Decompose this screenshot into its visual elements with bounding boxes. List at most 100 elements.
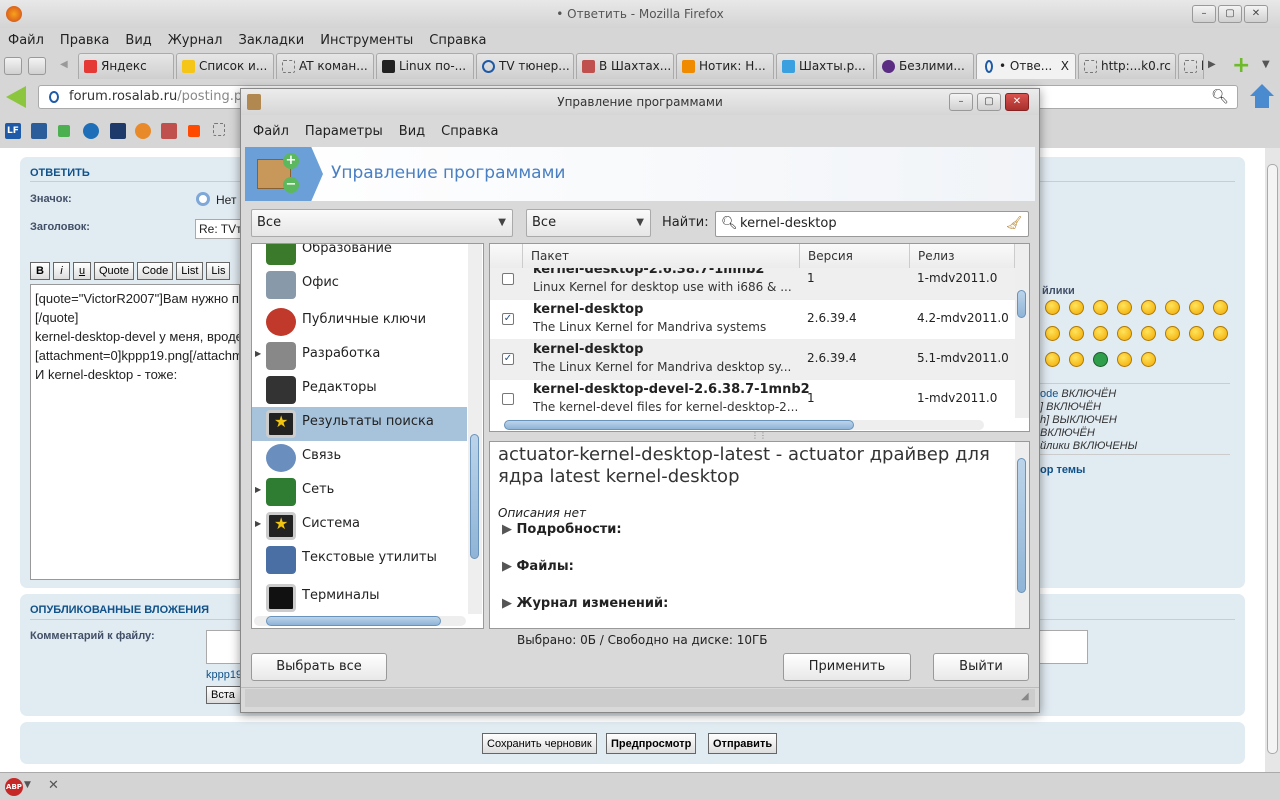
topic-review-link[interactable]: ор темы xyxy=(1040,464,1085,476)
question-smiley-icon[interactable] xyxy=(1213,326,1228,341)
maximize-button[interactable]: ▢ xyxy=(1218,5,1242,23)
package-checkbox[interactable]: ✓ xyxy=(502,313,514,325)
green-smiley-icon[interactable] xyxy=(1093,352,1108,367)
page-scrollbar[interactable] xyxy=(1265,148,1280,772)
menu-tools[interactable]: Инструменты xyxy=(320,30,413,52)
smiley-icon[interactable] xyxy=(1069,352,1084,367)
bookmark-icon[interactable] xyxy=(83,123,99,139)
dialog-minimize-button[interactable]: – xyxy=(949,93,973,111)
category-office[interactable]: Офис xyxy=(252,268,467,302)
scroll-left-icon[interactable]: ◀ xyxy=(60,59,68,70)
tab-unlimited[interactable]: Безлими... xyxy=(876,53,974,79)
geek-smiley-icon[interactable] xyxy=(1141,352,1156,367)
minimize-button[interactable]: – xyxy=(1192,5,1216,23)
list-ordered-button[interactable]: Lis xyxy=(206,262,231,280)
smiley-icon[interactable] xyxy=(1093,300,1108,315)
smiley-icon[interactable] xyxy=(1069,326,1084,341)
underline-button[interactable]: u xyxy=(73,262,91,280)
bookmark-icon[interactable] xyxy=(161,123,177,139)
tab-linux[interactable]: Linux по-... xyxy=(376,53,474,79)
page-scroll-thumb[interactable] xyxy=(1267,164,1278,754)
table-row[interactable]: ✓ kernel-desktop The Linux Kernel for Mand… xyxy=(490,300,1015,340)
dialog-menu-file[interactable]: Файл xyxy=(253,119,289,145)
dialog-close-button[interactable]: ✕ xyxy=(1005,93,1029,111)
tab-tv-tuner[interactable]: TV тюнер... xyxy=(476,53,574,79)
dialog-menu-options[interactable]: Параметры xyxy=(305,119,383,145)
close-button[interactable]: ✕ xyxy=(1244,5,1268,23)
table-row[interactable]: kernel-desktop-devel-2.6.38.7-1mnb2 The k… xyxy=(490,380,1015,418)
smiley-icon[interactable] xyxy=(1045,300,1060,315)
smiley-icon[interactable] xyxy=(1165,300,1180,315)
table-hscroll-thumb[interactable] xyxy=(504,420,854,430)
tab-list[interactable]: Список и... xyxy=(176,53,274,79)
apply-button[interactable]: Применить xyxy=(783,653,911,681)
close-statusbar-icon[interactable]: ✕ xyxy=(48,778,59,793)
tree-vscroll-thumb[interactable] xyxy=(470,434,479,559)
bookmark-icon[interactable] xyxy=(188,125,200,137)
splitter-handle[interactable]: ⋮⋮ xyxy=(751,431,767,440)
smiley-icon[interactable] xyxy=(1165,326,1180,341)
bookmark-icon[interactable] xyxy=(213,123,225,136)
back-icon[interactable] xyxy=(6,86,26,108)
submit-button[interactable]: Отправить xyxy=(708,733,778,754)
menu-history[interactable]: Журнал xyxy=(168,30,223,52)
smiley-icon[interactable] xyxy=(1213,300,1228,315)
bookmark-icon[interactable] xyxy=(135,123,151,139)
table-row[interactable]: kernel-desktop-2.6.38.7-1mnb2 Linux Kerne… xyxy=(490,268,1015,300)
files-section-toggle[interactable]: ▶ Файлы: xyxy=(502,559,574,574)
bold-button[interactable]: B xyxy=(30,262,50,280)
menu-help[interactable]: Справка xyxy=(429,30,486,52)
message-textarea[interactable]: [quote="VictorR2007"]Вам нужно п [/quote]… xyxy=(30,284,240,580)
category-development[interactable]: ▶ Разработка xyxy=(252,339,467,373)
bookmark-icon[interactable] xyxy=(110,123,126,139)
smiley-icon[interactable] xyxy=(1093,326,1108,341)
smiley-icon[interactable] xyxy=(1069,300,1084,315)
tab-notik[interactable]: Нотик: Н... xyxy=(676,53,774,79)
save-draft-button[interactable]: Сохранить черновик xyxy=(482,733,597,754)
menu-file[interactable]: Файл xyxy=(8,30,44,52)
smiley-icon[interactable] xyxy=(1189,300,1204,315)
tab-yandex[interactable]: Яндекс xyxy=(78,53,174,79)
tab-http[interactable]: http:...k0.rc xyxy=(1078,53,1176,79)
tab-close-icon[interactable]: X xyxy=(1061,54,1069,78)
tab-shakhty-ru[interactable]: Шахты.р... xyxy=(776,53,874,79)
preview-button[interactable]: Предпросмотр xyxy=(606,733,697,754)
menu-view[interactable]: Вид xyxy=(125,30,151,52)
icon-radio[interactable] xyxy=(196,192,210,206)
clear-search-icon[interactable]: 🧹︎ xyxy=(1005,212,1022,236)
search-field[interactable]: 🔍︎ kernel-desktop 🧹︎ xyxy=(715,211,1029,237)
code-button[interactable]: Code xyxy=(136,262,174,280)
column-version[interactable]: Версия xyxy=(800,244,910,268)
category-education[interactable]: Образование xyxy=(252,244,467,268)
smiley-icon[interactable] xyxy=(1045,326,1060,341)
attachment-link[interactable]: kppp19 xyxy=(206,669,242,681)
new-tab-icon[interactable]: + xyxy=(1232,53,1250,78)
bookmark-icon[interactable] xyxy=(58,125,70,137)
adblock-icon[interactable]: ABP xyxy=(5,778,23,796)
package-checkbox[interactable] xyxy=(502,393,514,405)
category-text-tools[interactable]: Текстовые утилиты xyxy=(252,543,467,577)
tab-shakhty[interactable]: В Шахтах... xyxy=(576,53,674,79)
tab-reply[interactable]: • Отве... X xyxy=(976,53,1076,79)
dialog-menu-view[interactable]: Вид xyxy=(399,119,425,145)
bookmark-icon[interactable] xyxy=(31,123,47,139)
dialog-menu-help[interactable]: Справка xyxy=(441,119,498,145)
bookmark-lf-icon[interactable]: LF xyxy=(5,123,21,139)
arrow-smiley-icon[interactable] xyxy=(1045,352,1060,367)
table-row[interactable]: ✓ kernel-desktop The Linux Kernel for Mand… xyxy=(490,340,1015,380)
table-hscrollbar[interactable] xyxy=(504,420,984,430)
exclamation-smiley-icon[interactable] xyxy=(1189,326,1204,341)
status-filter-select[interactable]: Все ▼ xyxy=(526,209,651,237)
adblock-menu-icon[interactable]: ▼ xyxy=(24,780,31,790)
category-terminals[interactable]: Терминалы xyxy=(252,581,467,615)
tab-at-commands[interactable]: AT коман... xyxy=(276,53,374,79)
category-editors[interactable]: Редакторы xyxy=(252,373,467,407)
changelog-section-toggle[interactable]: ▶ Журнал изменений: xyxy=(502,596,668,611)
smiley-icon[interactable] xyxy=(1141,300,1156,315)
quit-button[interactable]: Выйти xyxy=(933,653,1029,681)
smiley-icon[interactable] xyxy=(1141,326,1156,341)
column-checkbox[interactable] xyxy=(490,244,523,268)
tree-vscrollbar[interactable] xyxy=(468,244,482,614)
dialog-maximize-button[interactable]: ▢ xyxy=(977,93,1001,111)
category-network[interactable]: ▶ Сеть xyxy=(252,475,467,509)
